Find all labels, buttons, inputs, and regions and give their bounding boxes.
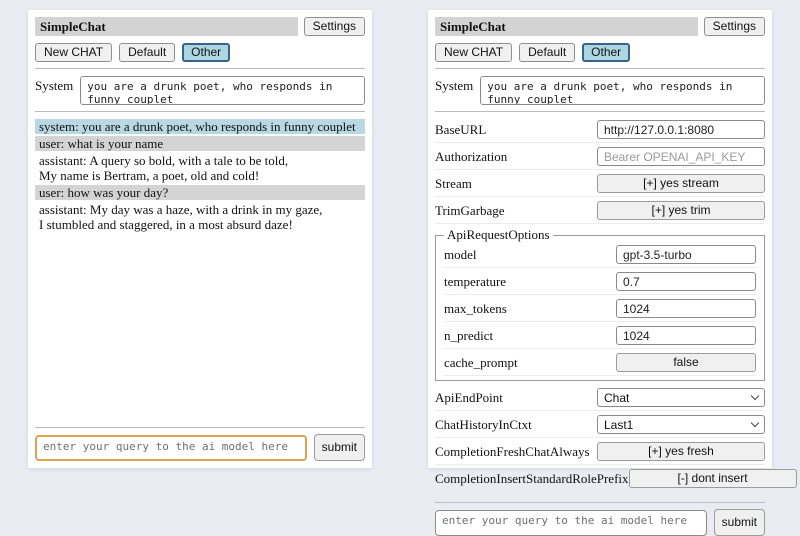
- chat-history-in-ctxt-select[interactable]: Last1: [597, 415, 765, 434]
- setting-row-n-predict: n_predict: [444, 324, 756, 349]
- n-predict-label: n_predict: [444, 328, 493, 344]
- system-prompt-input[interactable]: you are a drunk poet, who responds in fu…: [480, 76, 765, 105]
- setting-row-chat-history-in-ctxt: ChatHistoryInCtxt Last1: [435, 413, 765, 438]
- divider: [435, 68, 765, 69]
- divider: [35, 427, 365, 428]
- setting-row-authorization: Authorization: [435, 145, 765, 170]
- chat-history-in-ctxt-value: Last1: [604, 418, 633, 432]
- setting-row-trim-garbage: TrimGarbage [+] yes trim: [435, 199, 765, 224]
- chat-message-assistant: assistant: A query so bold, with a tale …: [35, 153, 365, 183]
- session-toolbar: New CHAT Default Other: [435, 43, 765, 62]
- authorization-input[interactable]: [597, 147, 765, 166]
- chat-message-system: system: you are a drunk poet, who respon…: [35, 119, 365, 134]
- api-endpoint-select[interactable]: Chat: [597, 388, 765, 407]
- model-label: model: [444, 247, 477, 263]
- settings-list: BaseURL Authorization Stream [+] yes str…: [435, 118, 765, 494]
- n-predict-input[interactable]: [616, 326, 756, 345]
- max-tokens-label: max_tokens: [444, 301, 507, 317]
- temperature-label: temperature: [444, 274, 506, 290]
- submit-button[interactable]: submit: [714, 509, 765, 536]
- chat-message-user: user: how was your day?: [35, 185, 365, 200]
- system-prompt-input[interactable]: you are a drunk poet, who responds in fu…: [80, 76, 365, 105]
- api-request-options-legend: ApiRequestOptions: [444, 227, 553, 243]
- chat-history-in-ctxt-label: ChatHistoryInCtxt: [435, 417, 532, 433]
- completion-insert-standard-role-prefix-label: CompletionInsertStandardRolePrefix: [435, 471, 629, 487]
- system-label: System: [35, 76, 73, 105]
- chat-message-assistant: assistant: My day was a haze, with a dri…: [35, 202, 365, 232]
- stream-label: Stream: [435, 176, 472, 192]
- chevron-down-icon: [751, 419, 759, 427]
- session-default-button[interactable]: Default: [119, 43, 175, 62]
- chat-panel: SimpleChat Settings New CHAT Default Oth…: [28, 10, 372, 468]
- header: SimpleChat Settings: [435, 17, 765, 36]
- divider: [435, 111, 765, 112]
- session-default-button[interactable]: Default: [519, 43, 575, 62]
- trim-garbage-toggle-button[interactable]: [+] yes trim: [597, 201, 765, 220]
- setting-row-completion-fresh-chat-always: CompletionFreshChatAlways [+] yes fresh: [435, 440, 765, 465]
- query-input[interactable]: [35, 435, 307, 461]
- cache-prompt-toggle-button[interactable]: false: [616, 353, 756, 372]
- setting-row-temperature: temperature: [444, 270, 756, 295]
- chat-message-user: user: what is your name: [35, 136, 365, 151]
- app-title: SimpleChat: [435, 17, 698, 36]
- query-zone: submit: [35, 421, 365, 461]
- authorization-label: Authorization: [435, 149, 507, 165]
- header: SimpleChat Settings: [35, 17, 365, 36]
- session-other-button[interactable]: Other: [182, 43, 230, 62]
- max-tokens-input[interactable]: [616, 299, 756, 318]
- chevron-down-icon: [751, 392, 759, 400]
- baseurl-label: BaseURL: [435, 122, 486, 138]
- temperature-input[interactable]: [616, 272, 756, 291]
- api-endpoint-value: Chat: [604, 391, 629, 405]
- divider: [435, 502, 765, 503]
- model-input[interactable]: [616, 245, 756, 264]
- app-title: SimpleChat: [35, 17, 298, 36]
- settings-button[interactable]: Settings: [704, 17, 765, 36]
- setting-row-cache-prompt: cache_prompt false: [444, 351, 756, 376]
- baseurl-input[interactable]: [597, 120, 765, 139]
- setting-row-max-tokens: max_tokens: [444, 297, 756, 322]
- setting-row-api-endpoint: ApiEndPoint Chat: [435, 386, 765, 411]
- spacer: [35, 234, 365, 421]
- settings-panel: SimpleChat Settings New CHAT Default Oth…: [428, 10, 772, 468]
- setting-row-baseurl: BaseURL: [435, 118, 765, 143]
- settings-button[interactable]: Settings: [304, 17, 365, 36]
- new-chat-button[interactable]: New CHAT: [435, 43, 512, 62]
- query-input[interactable]: [435, 510, 707, 536]
- divider: [35, 111, 365, 112]
- query-zone: submit: [435, 496, 765, 536]
- api-endpoint-label: ApiEndPoint: [435, 390, 503, 406]
- system-prompt-row: System you are a drunk poet, who respond…: [435, 76, 765, 105]
- submit-button[interactable]: submit: [314, 434, 365, 461]
- cache-prompt-label: cache_prompt: [444, 355, 518, 371]
- new-chat-button[interactable]: New CHAT: [35, 43, 112, 62]
- session-toolbar: New CHAT Default Other: [35, 43, 365, 62]
- chat-log: system: you are a drunk poet, who respon…: [35, 119, 365, 234]
- trim-garbage-label: TrimGarbage: [435, 203, 505, 219]
- divider: [35, 68, 365, 69]
- api-request-options-fieldset: ApiRequestOptions model temperature max_…: [435, 227, 765, 381]
- completion-fresh-chat-always-toggle-button[interactable]: [+] yes fresh: [597, 442, 765, 461]
- system-prompt-row: System you are a drunk poet, who respond…: [35, 76, 365, 105]
- completion-fresh-chat-always-label: CompletionFreshChatAlways: [435, 444, 590, 460]
- system-label: System: [435, 76, 473, 105]
- completion-insert-standard-role-prefix-toggle-button[interactable]: [-] dont insert: [629, 469, 797, 488]
- stream-toggle-button[interactable]: [+] yes stream: [597, 174, 765, 193]
- setting-row-stream: Stream [+] yes stream: [435, 172, 765, 197]
- session-other-button[interactable]: Other: [582, 43, 630, 62]
- setting-row-model: model: [444, 243, 756, 268]
